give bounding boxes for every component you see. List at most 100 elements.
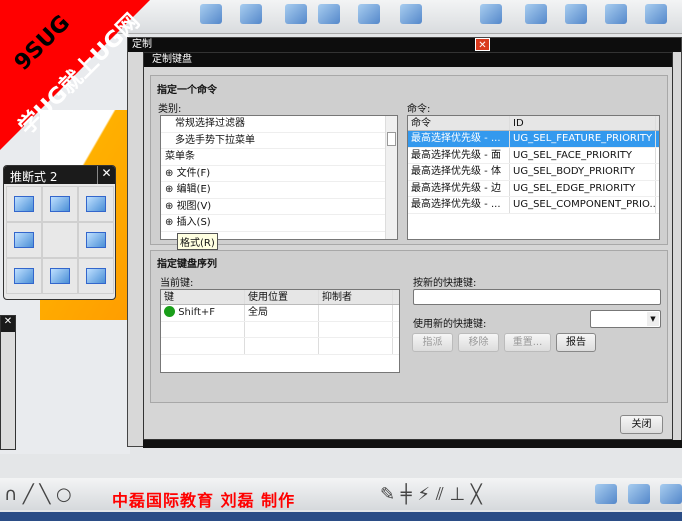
- tree-item-label: 编辑(E): [176, 184, 211, 195]
- tool-button[interactable]: [42, 186, 78, 222]
- toolbar-icon[interactable]: [240, 4, 262, 24]
- command-id-cell: UG_SEL_EDGE_PRIORITY: [510, 180, 656, 196]
- infer-panel: 推断式 2 ✕: [3, 165, 116, 300]
- column-header[interactable]: 使用位置: [245, 290, 319, 304]
- tool-button[interactable]: [78, 186, 114, 222]
- dialog-title: 定制: [128, 38, 681, 52]
- table-row[interactable]: 最高选择优先级 - 面 UG_SEL_FACE_PRIORITY: [408, 147, 659, 164]
- toolbar-icon[interactable]: [285, 4, 307, 24]
- solid-icon: [86, 196, 106, 212]
- tool-button[interactable]: [42, 258, 78, 294]
- tree-item[interactable]: 多选手势下拉菜单: [161, 133, 397, 149]
- tree-item[interactable]: ⊕ 编辑(E): [161, 182, 397, 199]
- table-row[interactable]: 最高选择优先级 - ... UG_SEL_FEATURE_PRIORITY: [408, 131, 659, 148]
- command-id-cell: UG_SEL_COMPONENT_PRIO...: [510, 197, 656, 213]
- table-row[interactable]: 最高选择优先级 - 体 UG_SEL_BODY_PRIORITY: [408, 164, 659, 181]
- category-tree[interactable]: 常规选择过滤器 多选手势下拉菜单 菜单条 ⊕ 文件(F) ⊕ 编辑(E) ⊕ 视…: [160, 115, 398, 240]
- tree-item[interactable]: ⊕ 插入(S): [161, 215, 397, 232]
- chevron-down-icon[interactable]: ▼: [647, 312, 659, 326]
- table-row[interactable]: Shift+F 全局: [161, 305, 399, 322]
- bottom-toolbar: ∩ ╱ ╲ ○ ✎ ╪ ⚡ ⫽ ⊥ ╳: [0, 478, 682, 510]
- taskbar: [0, 512, 682, 521]
- reset-button[interactable]: 重置...: [504, 333, 551, 352]
- tool-button[interactable]: [42, 222, 78, 258]
- assign-button[interactable]: 指派: [412, 333, 453, 352]
- use-new-select[interactable]: ▼: [590, 310, 661, 328]
- solid-icon: [86, 232, 106, 248]
- tree-item[interactable]: ⊕ 文件(F): [161, 166, 397, 182]
- table-row: [161, 338, 399, 355]
- solid-icon: [50, 196, 70, 212]
- curve-icon[interactable]: ∩ ╱ ╲ ○: [4, 484, 72, 505]
- tree-item-label: 视图(V): [176, 200, 212, 212]
- toolbar-icon[interactable]: [400, 4, 422, 24]
- tool-button[interactable]: [6, 186, 42, 222]
- sketch-tools-icon[interactable]: ✎ ╪ ⚡ ⫽ ⊥ ╳: [380, 484, 482, 505]
- use-new-label: 使用新的快捷键:: [413, 319, 487, 330]
- tree-item-label: 文件(F): [176, 167, 211, 179]
- toolbar-icon[interactable]: [318, 4, 340, 24]
- toolbar-icon[interactable]: [595, 484, 617, 504]
- command-label: 命令:: [407, 104, 431, 115]
- category-label: 类别:: [158, 104, 182, 115]
- toolbar-icon[interactable]: [565, 4, 587, 24]
- column-header[interactable]: 抑制者: [319, 290, 393, 304]
- column-header[interactable]: 命令: [408, 116, 510, 130]
- toolbar-icon[interactable]: [605, 4, 627, 24]
- report-button[interactable]: 报告: [556, 333, 596, 352]
- scrollbar-thumb[interactable]: [387, 132, 396, 146]
- toolbar-icon[interactable]: [358, 4, 380, 24]
- command-name-cell: 最高选择优先级 - 体: [408, 164, 510, 180]
- close-icon[interactable]: ✕: [475, 38, 490, 51]
- command-name-cell: 最高选择优先级 - 边: [408, 180, 510, 196]
- toolbar-icon[interactable]: [628, 484, 650, 504]
- solid-icon: [14, 268, 34, 284]
- table-row[interactable]: 最高选择优先级 - ... UG_SEL_COMPONENT_PRIO...: [408, 197, 659, 214]
- toolbar-icon[interactable]: [200, 4, 222, 24]
- close-button[interactable]: 关闭: [620, 415, 663, 434]
- dialog-shadow: [143, 440, 682, 448]
- tree-item[interactable]: 菜单条: [161, 149, 397, 166]
- tool-button[interactable]: [78, 258, 114, 294]
- tree-item-label: 插入(S): [176, 217, 211, 228]
- command-id-cell: UG_SEL_BODY_PRIORITY: [510, 164, 656, 180]
- panel-title: 推断式 2: [10, 170, 58, 184]
- tree-item[interactable]: 常规选择过滤器: [161, 116, 397, 133]
- command-table[interactable]: 命令 ID 最高选择优先级 - ... UG_SEL_FEATURE_PRIORIT…: [407, 115, 660, 240]
- close-icon[interactable]: ✕: [97, 166, 115, 184]
- command-name-cell: 最高选择优先级 - 面: [408, 147, 510, 163]
- solid-icon: [14, 232, 34, 248]
- location-cell: 全局: [245, 305, 319, 321]
- tree-item[interactable]: ⊕ 视图(V): [161, 199, 397, 215]
- toolbar-icon[interactable]: [480, 4, 502, 24]
- group-title: 指定键盘序列: [157, 259, 217, 270]
- solid-icon: [14, 196, 34, 212]
- command-id-cell: UG_SEL_FACE_PRIORITY: [510, 147, 656, 163]
- table-row: [161, 321, 399, 338]
- scrollbar[interactable]: [385, 116, 397, 239]
- key-cell: Shift+F: [178, 307, 216, 318]
- remove-button[interactable]: 移除: [458, 333, 499, 352]
- toolbar-icon[interactable]: [525, 4, 547, 24]
- close-icon[interactable]: ✕: [1, 316, 15, 332]
- toolbar-icon[interactable]: [660, 484, 682, 504]
- table-row[interactable]: 最高选择优先级 - 边 UG_SEL_EDGE_PRIORITY: [408, 180, 659, 197]
- tool-button[interactable]: [78, 222, 114, 258]
- column-header[interactable]: 键: [161, 290, 245, 304]
- dialog-title: 定制键盘: [144, 53, 672, 67]
- suppressed-cell: [319, 305, 393, 321]
- current-keys-label: 当前键:: [160, 278, 194, 289]
- credit-overlay: 中磊国际教育 刘磊 制作: [112, 491, 296, 510]
- new-shortcut-input[interactable]: [413, 289, 661, 305]
- toolbar-icon[interactable]: [645, 4, 667, 24]
- column-header[interactable]: ID: [510, 116, 656, 130]
- tool-button[interactable]: [6, 222, 42, 258]
- command-id-cell: UG_SEL_FEATURE_PRIORITY: [510, 131, 656, 147]
- command-name-cell: 最高选择优先级 - ...: [408, 197, 510, 213]
- side-panel: ✕: [0, 315, 16, 450]
- tool-button[interactable]: [6, 258, 42, 294]
- group-title: 指定一个命令: [157, 85, 217, 96]
- current-keys-table[interactable]: 键使用位置 抑制者 Shift+F 全局: [160, 289, 400, 373]
- tooltip: 格式(R): [177, 233, 218, 250]
- solid-icon: [86, 268, 106, 284]
